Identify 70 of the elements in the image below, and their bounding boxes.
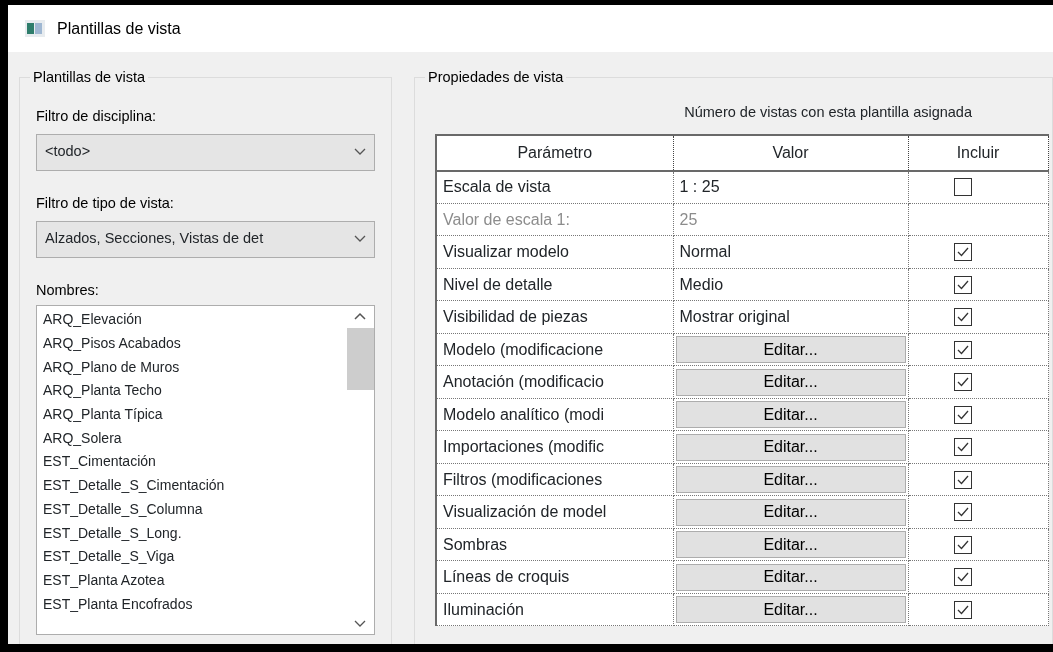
edit-button[interactable]: Editar...: [675, 596, 906, 623]
edit-button[interactable]: Editar...: [675, 466, 906, 493]
edit-button[interactable]: Editar...: [675, 401, 906, 428]
scroll-down-icon: [354, 620, 366, 629]
dropdown[interactable]: Alzados, Secciones, Vistas de det: [36, 220, 375, 258]
field-label: Nombres:: [36, 280, 100, 300]
checkbox[interactable]: [953, 373, 972, 391]
edit-button[interactable]: Editar...: [675, 433, 906, 461]
checkbox[interactable]: [953, 535, 972, 554]
checkbox[interactable]: [953, 243, 972, 261]
edit-button[interactable]: Editar...: [675, 368, 906, 396]
count-label: Número de vistas con esta plantilla asignada: [683, 103, 973, 122]
list-item[interactable]: ARQ_Planta Techo: [43, 379, 340, 404]
value-cell[interactable]: Normal: [673, 235, 908, 269]
parameter-cell: Líneas de croquis: [436, 560, 673, 594]
parameter-cell: Iluminación: [436, 593, 673, 626]
column-header[interactable]: Valor: [673, 134, 908, 171]
parameter-cell: Visibilidad de piezas: [436, 300, 673, 334]
parameter-cell: Valor de escala 1:: [436, 203, 673, 236]
edit-button[interactable]: Editar...: [675, 531, 906, 558]
edit-button[interactable]: Editar...: [675, 498, 906, 526]
checkbox[interactable]: [953, 600, 972, 619]
window-icon: [25, 20, 45, 37]
list-item[interactable]: EST_Detalle_S_Long.: [43, 521, 340, 546]
list-item[interactable]: ARQ_Planta Típica: [43, 403, 340, 427]
checkbox[interactable]: [953, 340, 972, 359]
field-label: Filtro de tipo de vista:: [36, 193, 175, 213]
checkbox[interactable]: [953, 438, 972, 456]
column-header[interactable]: Incluir: [908, 134, 1048, 171]
list-item[interactable]: ARQ_Solera: [43, 426, 340, 451]
checkbox[interactable]: [953, 470, 972, 489]
parameter-cell: Modelo analítico (modi: [436, 398, 673, 431]
parameter-cell: Importaciones (modific: [436, 430, 673, 464]
dropdown-caret-icon: [354, 148, 366, 157]
parameter-cell: Escala de vista: [436, 170, 673, 204]
value-cell: 25: [673, 203, 908, 236]
list-item[interactable]: EST_Detalle_S_Columna: [43, 497, 340, 522]
list-item[interactable]: EST_Planta Encofrados: [43, 592, 340, 617]
value-cell[interactable]: Mostrar original: [673, 300, 908, 334]
column-header[interactable]: Parámetro: [436, 134, 673, 171]
parameter-cell: Sombras: [436, 528, 673, 561]
checkbox[interactable]: [953, 178, 972, 197]
checkbox[interactable]: [953, 503, 972, 521]
parameter-cell: Nivel de detalle: [436, 268, 673, 301]
list-item[interactable]: ARQ_Elevación: [43, 308, 340, 332]
checkbox[interactable]: [953, 308, 972, 326]
list-item[interactable]: EST_Detalle_S_Viga: [43, 545, 340, 569]
dropdown-caret-icon: [354, 235, 366, 243]
list-item[interactable]: EST_Cimentación: [43, 450, 340, 475]
parameter-cell: Anotación (modificacio: [436, 365, 673, 399]
edit-button[interactable]: Editar...: [675, 563, 906, 591]
parameter-cell: Modelo (modificacione: [436, 333, 673, 366]
scrollbar-thumb[interactable]: [346, 328, 374, 391]
value-cell[interactable]: Medio: [673, 268, 908, 301]
parameter-cell: Visualización de model: [436, 495, 673, 529]
list-item[interactable]: ARQ_Pisos Acabados: [43, 331, 340, 356]
list-item[interactable]: EST_Detalle_S_Cimentación: [43, 474, 340, 498]
list-item[interactable]: EST_Planta Azotea: [43, 569, 340, 593]
window-title: Plantillas de vista: [57, 18, 181, 39]
parameter-cell: Filtros (modificaciones: [436, 463, 673, 496]
parameter-cell: Visualizar modelo: [436, 235, 673, 269]
dropdown[interactable]: <todo>: [36, 133, 375, 171]
checkbox[interactable]: [953, 405, 972, 424]
field-label: Filtro de disciplina:: [36, 107, 158, 126]
checkbox[interactable]: [953, 275, 972, 294]
scroll-up-icon: [354, 312, 366, 321]
list-item[interactable]: ARQ_Plano de Muros: [43, 355, 340, 380]
edit-button[interactable]: Editar...: [675, 336, 906, 363]
checkbox[interactable]: [953, 568, 972, 586]
value-cell[interactable]: 1 : 25: [673, 170, 908, 204]
